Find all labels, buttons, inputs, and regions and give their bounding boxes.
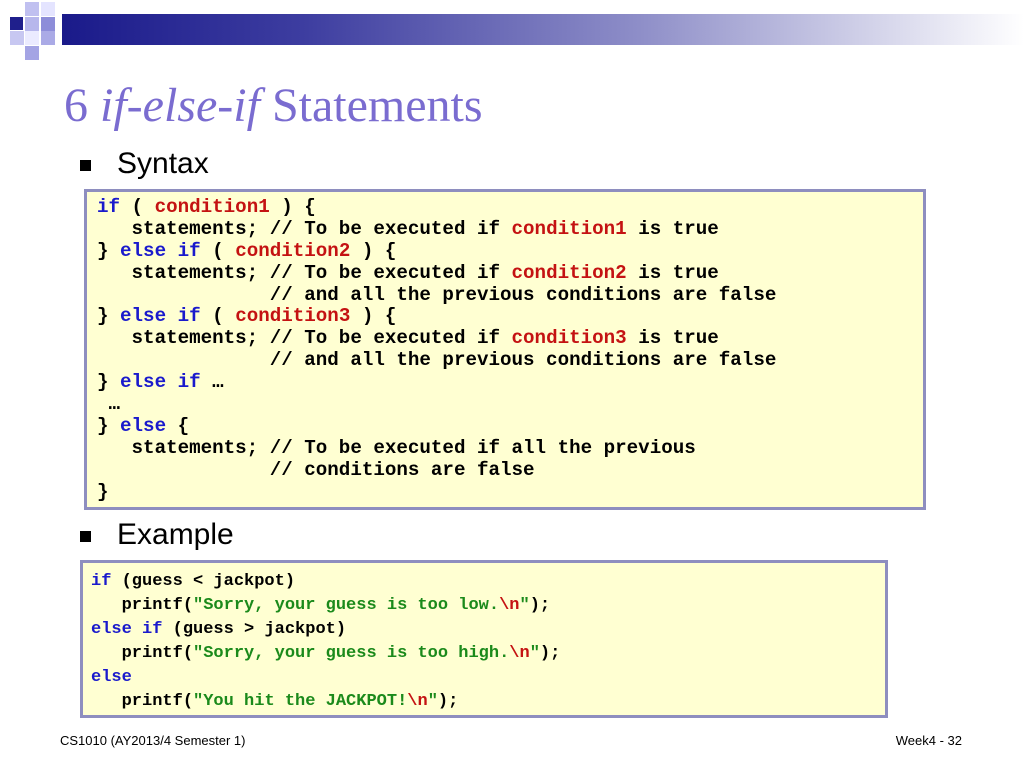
slide-title: 6 if-else-if Statements [64,76,483,136]
square-bullet-icon [80,159,91,171]
code-line: if ( condition1 ) { [97,196,316,218]
header-gradient-bar [62,14,1024,45]
code-line: if (guess < jackpot) [91,572,296,591]
code-line: … [97,393,121,416]
code-line: statements; // To be executed if conditi… [97,217,719,240]
code-line: printf("Sorry, your guess is too low.\n"… [91,596,551,615]
code-line: printf("You hit the JACKPOT!\n"); [91,692,459,711]
code-line: } else if ( condition3 ) { [97,305,397,328]
code-line: statements; // To be executed if conditi… [97,261,719,284]
code-line: } else { [97,414,190,437]
title-number: 6 [64,79,88,132]
code-line: statements; // To be executed if all the… [97,436,696,459]
footer-course: CS1010 (AY2013/4 Semester 1) [60,733,246,748]
code-line: printf("Sorry, your guess is too high.\n… [91,644,561,663]
code-line: } else if … [97,371,224,394]
code-line: else [91,668,132,687]
bullet-example-label: Example [117,518,234,551]
example-code-box: if (guess < jackpot) printf("Sorry, your… [80,560,888,718]
code-line: } else if ( condition2 ) { [97,239,397,262]
footer-page-number: Week4 - 32 [895,733,962,748]
bullet-syntax-label: Syntax [117,147,209,180]
square-bullet-icon [80,530,91,542]
code-line: statements; // To be executed if conditi… [97,327,719,350]
code-line: // and all the previous conditions are f… [97,349,777,372]
syntax-code-box: if ( condition1 ) { statements; // To be… [84,189,926,510]
code-line: // and all the previous conditions are f… [97,283,777,306]
title-rest: Statements [271,79,483,132]
code-line: } [97,480,109,503]
bullet-example: Example [80,517,234,553]
bullet-syntax: Syntax [80,146,209,182]
title-italic: if-else-if [100,79,260,132]
code-line: else if (guess > jackpot) [91,620,347,639]
code-line: // conditions are false [97,458,535,481]
